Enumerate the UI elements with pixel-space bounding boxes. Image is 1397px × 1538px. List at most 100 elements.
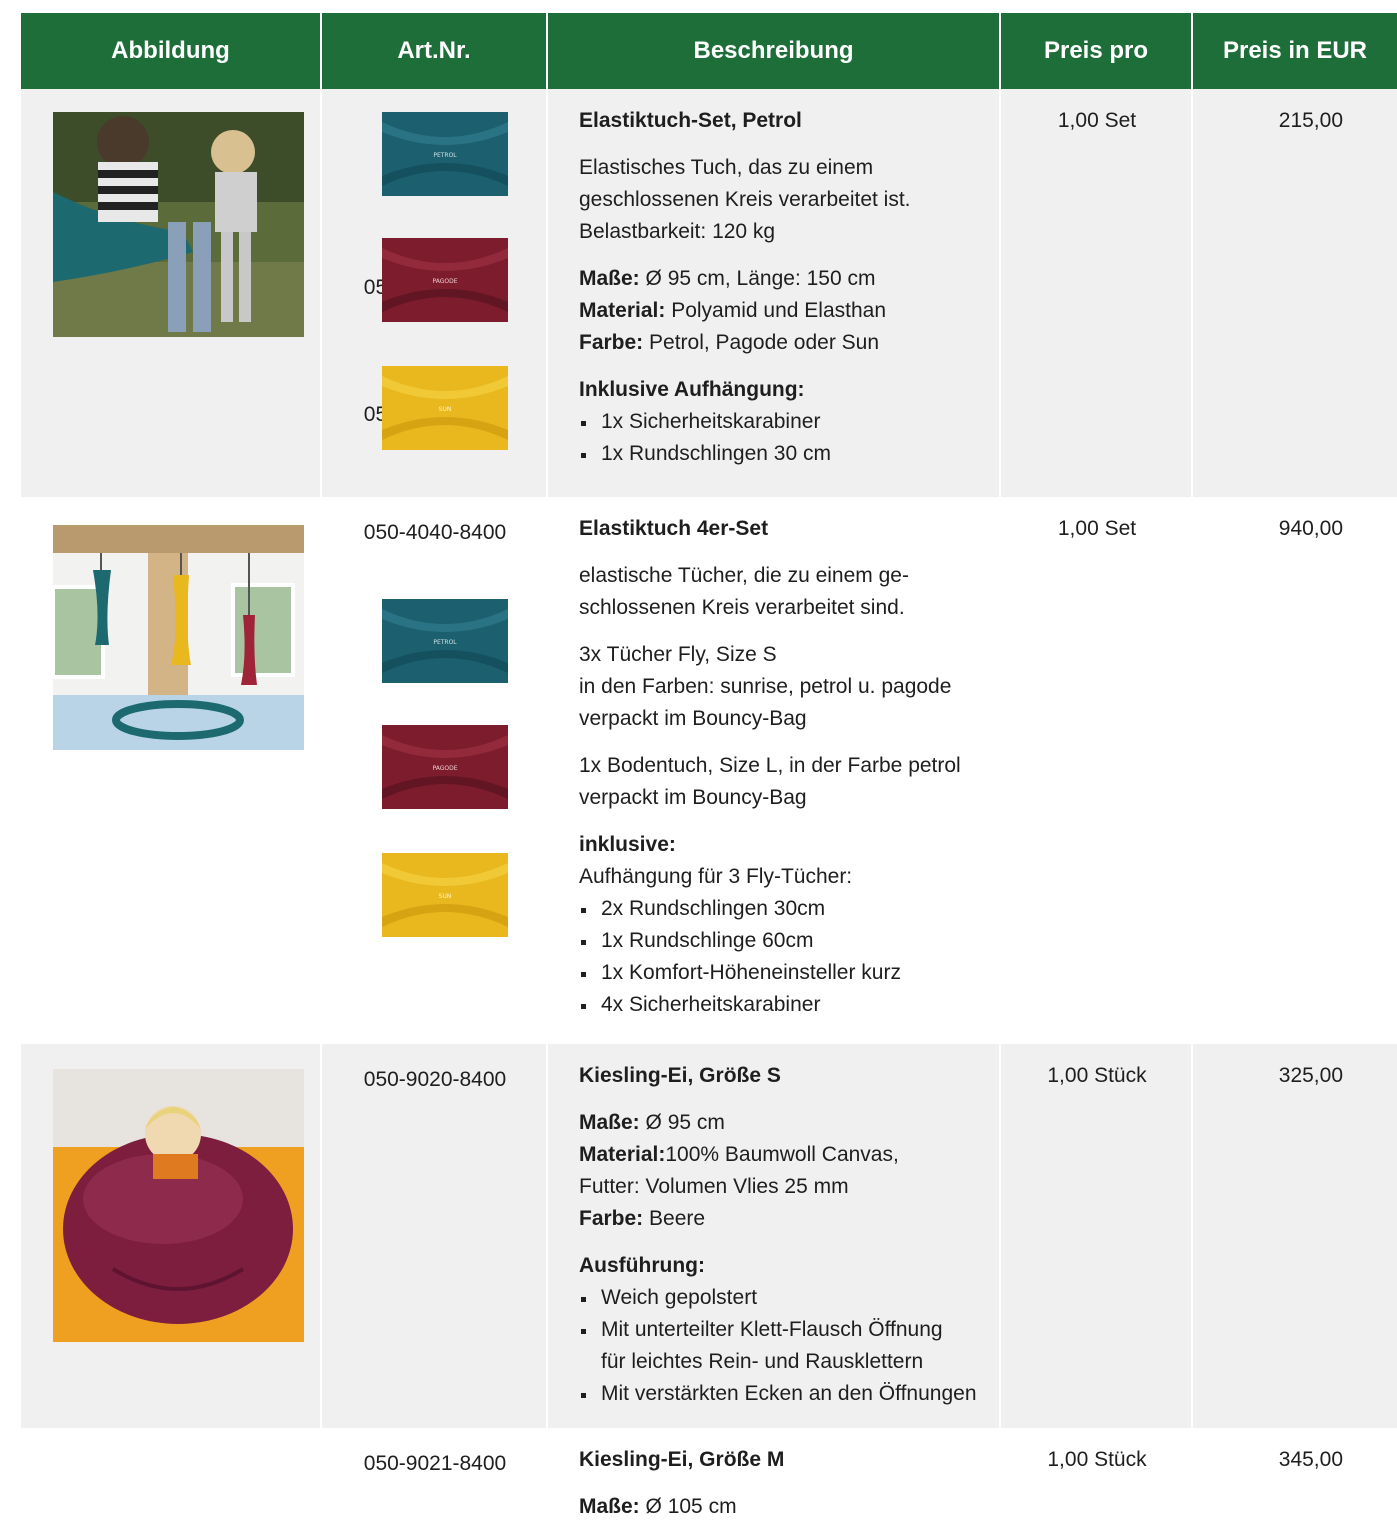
product-title: Elastiktuch-Set, Petrol [579, 109, 802, 132]
artnr-text: 050-4040-8400 [363, 521, 507, 544]
header-beschreibung: Beschreibung [548, 13, 1001, 89]
image-cell [21, 89, 322, 497]
swatch-sun: SUN [382, 853, 508, 937]
svg-text:PETROL: PETROL [433, 152, 457, 159]
table-row: 050-4040-8400 PETROL PAGODE SUN Elastikt… [21, 497, 1397, 1044]
spec-label: Maße: [579, 267, 640, 290]
list-item: Mit unterteilter Klett-Flausch Öffnung fü… [579, 1314, 999, 1378]
spec-label: Farbe: [579, 1207, 644, 1230]
price-text: 325,00 [1278, 1064, 1343, 1087]
header-artnr: Art.Nr. [322, 13, 548, 89]
qty-cell: 1,00 Set [1001, 497, 1193, 1044]
product-specs: Maße: Ø 95 cm Material:100% Baumwoll Can… [579, 1107, 999, 1235]
product-photo-room-swings [53, 525, 304, 750]
artnr-cell: 050-9020-8400 [322, 1044, 548, 1428]
list-item: 4x Sicherheitskarabiner [579, 989, 999, 1021]
table-row: PETROL 050-4063-8400 PAGODE 050-4075-840… [21, 89, 1397, 554]
list-title: Inklusive Aufhängung: [579, 378, 805, 401]
product-paragraph: 1x Bodentuch, Size L, in der Farbe petro… [579, 750, 999, 814]
description-cell: Elastiktuch 4er-Set elastische Tücher, d… [548, 497, 1001, 1044]
paragraph-line: verpackt im Bouncy-Bag [579, 707, 807, 730]
intro-line: schlossenen Kreis verarbeitet sind. [579, 596, 905, 619]
qty-text: 1,00 Stück [1047, 1448, 1147, 1471]
intro-line: Elastisches Tuch, das zu einem [579, 156, 874, 179]
price-cell: 345,00 [1193, 1428, 1397, 1518]
list-item-line: für leichtes Rein- und Rausklettern [601, 1350, 924, 1373]
list-item: 1x Rundschlingen 30 cm [579, 438, 999, 470]
product-title: Elastiktuch 4er-Set [579, 517, 769, 540]
spec-label: Material: [579, 299, 666, 322]
image-cell [21, 1428, 322, 1518]
list-item: 2x Rundschlingen 30cm [579, 893, 999, 925]
table-header: Abbildung Art.Nr. Beschreibung Preis pro… [21, 13, 1397, 89]
artnr-cell: 050-4040-8400 PETROL PAGODE SUN [322, 497, 548, 1044]
product-intro: Elastisches Tuch, das zu einem geschloss… [579, 152, 999, 248]
product-paragraph: 3x Tücher Fly, Size S in den Farben: sun… [579, 639, 999, 735]
description-cell: Elastiktuch-Set, Petrol Elastisches Tuch… [548, 89, 1001, 497]
description-cell: Kiesling-Ei, Größe S Maße: Ø 95 cm Mater… [548, 1044, 1001, 1428]
image-cell [21, 497, 322, 1044]
list-item: Weich gepolstert [579, 1282, 999, 1314]
spec-label: Maße: [579, 1495, 640, 1518]
image-cell [21, 1044, 322, 1428]
table-row: 050-9020-8400 Kiesling-Ei, Größe S Maße:… [21, 1044, 1397, 1428]
product-title: Kiesling-Ei, Größe M [579, 1448, 785, 1471]
spec-value: Ø 105 cm [639, 1495, 737, 1518]
paragraph-line: in den Farben: sunrise, petrol u. pagode [579, 675, 952, 698]
list-item: Mit verstärkten Ecken an den Öffnungen [579, 1378, 999, 1410]
swatch-petrol: PETROL [382, 599, 508, 683]
header-preis-pro: Preis pro [1001, 13, 1193, 89]
price-text: 345,00 [1278, 1448, 1343, 1471]
qty-cell: 1,00 Stück [1001, 1428, 1193, 1518]
list-item-line: Mit unterteilter Klett-Flausch Öffnung [601, 1318, 943, 1341]
svg-text:SUN: SUN [439, 893, 452, 900]
spec-value: Futter: Volumen Vlies 25 mm [579, 1175, 849, 1198]
feature-list: 1x Sicherheitskarabiner 1x Rundschlingen… [579, 406, 999, 470]
intro-line: elastische Tücher, die zu einem ge- [579, 564, 909, 587]
swatch-pagode: PAGODE [382, 725, 508, 809]
spec-value: Beere [643, 1207, 706, 1230]
qty-cell: 1,00 Set [1001, 89, 1193, 497]
artnr-cell: 050-9021-8400 [322, 1428, 548, 1518]
product-specs: Maße: Ø 105 cm [579, 1491, 999, 1523]
svg-text:PETROL: PETROL [433, 639, 457, 646]
product-photo-children-swing [53, 112, 304, 337]
spec-label: Material: [579, 1143, 666, 1166]
list-item: 1x Rundschlinge 60cm [579, 925, 999, 957]
product-title: Kiesling-Ei, Größe S [579, 1064, 781, 1087]
table-row: 050-9021-8400 Kiesling-Ei, Größe M Maße:… [21, 1428, 1397, 1518]
spec-value: 100% Baumwoll Canvas, [665, 1143, 899, 1166]
swatch-pagode: PAGODE [382, 238, 508, 322]
header-abbildung: Abbildung [21, 13, 322, 89]
price-text: 940,00 [1278, 517, 1343, 540]
artnr-text: 050-9020-8400 [363, 1068, 507, 1091]
header-preis-eur: Preis in EUR [1222, 37, 1368, 64]
price-cell: 325,00 [1193, 1044, 1397, 1428]
paragraph-line: verpackt im Bouncy-Bag [579, 786, 807, 809]
product-table: Abbildung Art.Nr. Beschreibung Preis pro… [21, 13, 1397, 1518]
list-title: inklusive: [579, 833, 676, 856]
price-cell: 215,00 [1193, 89, 1397, 497]
qty-cell: 1,00 Stück [1001, 1044, 1193, 1428]
price-cell: 940,00 [1193, 497, 1397, 1044]
feature-list: Weich gepolstert Mit unterteilter Klett-… [579, 1282, 999, 1410]
intro-line: geschlossenen Kreis verarbeitet ist. [579, 188, 911, 211]
product-specs: Maße: Ø 95 cm, Länge: 150 cm Material: P… [579, 263, 999, 359]
spec-value: Polyamid und Elasthan [665, 299, 886, 322]
list-item: 1x Komfort-Höheneinsteller kurz [579, 957, 999, 989]
product-intro: elastische Tücher, die zu einem ge- schl… [579, 560, 999, 624]
artnr-cell: PETROL 050-4063-8400 PAGODE 050-4075-840… [322, 89, 548, 554]
paragraph-line: 1x Bodentuch, Size L, in der Farbe petro… [579, 754, 961, 777]
paragraph-line: 3x Tücher Fly, Size S [579, 643, 777, 666]
svg-text:SUN: SUN [439, 406, 452, 413]
qty-text: 1,00 Set [1057, 517, 1137, 540]
intro-line: Belastbarkeit: 120 kg [579, 220, 776, 243]
spec-label: Maße: [579, 1111, 640, 1134]
list-item: 1x Sicherheitskarabiner [579, 406, 999, 438]
list-intro: Aufhängung für 3 Fly-Tücher: [579, 865, 853, 888]
feature-list: 2x Rundschlingen 30cm 1x Rundschlinge 60… [579, 893, 999, 1021]
qty-text: 1,00 Set [1057, 109, 1137, 132]
spec-value: Petrol, Pagode oder Sun [643, 331, 880, 354]
product-photo-kiesling-ei [53, 1069, 304, 1342]
artnr-text: 050-9021-8400 [363, 1452, 507, 1475]
